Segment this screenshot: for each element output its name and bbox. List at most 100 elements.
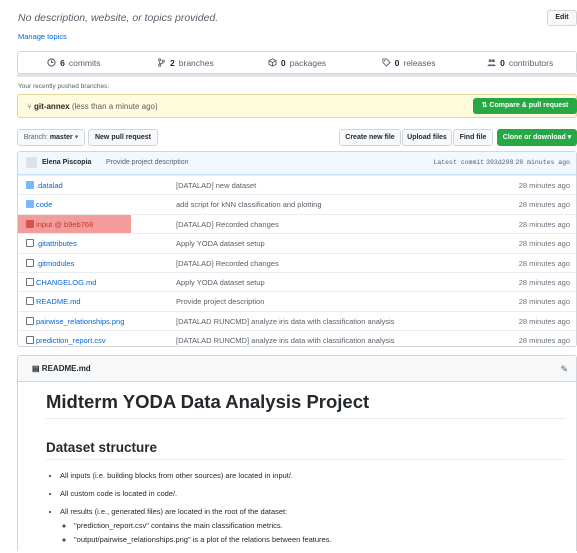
packages-label: packages <box>289 57 327 68</box>
file-row: .datalad [DATALAD] new dataset 28 minute… <box>18 175 576 194</box>
commits-count: 6 <box>60 57 65 68</box>
avatar[interactable] <box>26 157 37 168</box>
commit-time: 28 minutes ago <box>515 159 570 166</box>
book-icon: ▤ <box>32 364 40 373</box>
list-item: "output/pairwise_relationships.png" is a… <box>74 535 332 544</box>
latest-commit-bar: Elena Piscopia Provide project descripti… <box>18 152 576 175</box>
compare-pull-request-button[interactable]: ⇅ Compare & pull request <box>473 98 577 114</box>
pencil-icon[interactable]: ✎ <box>560 364 568 375</box>
file-age: 28 minutes ago <box>518 316 570 326</box>
commit-sha[interactable]: 393d298 <box>486 159 513 166</box>
readme-subheading: Dataset structure <box>46 440 158 455</box>
folder-icon <box>26 181 34 189</box>
branches-stat[interactable]: 2 branches <box>130 52 242 73</box>
recently-pushed-banner: ⑂ git-annex (less than a minute ago) ⇅ C… <box>17 94 577 118</box>
list-item: All inputs (i.e. building blocks from ot… <box>60 471 332 480</box>
file-commit-message[interactable]: Provide project description <box>176 297 264 306</box>
branches-label: branches <box>178 57 214 68</box>
commits-label: commits <box>68 57 101 68</box>
contributors-count: 0 <box>500 57 505 68</box>
releases-count: 0 <box>394 57 400 68</box>
branch-select-prefix: Branch: <box>23 134 48 141</box>
file-commit-message[interactable]: [DATALAD] Recorded changes <box>176 220 279 229</box>
find-file-button[interactable]: Find file <box>453 129 493 146</box>
file-icon <box>26 239 34 248</box>
contributors-stat[interactable]: 0 contributors <box>464 52 576 73</box>
branches-count: 2 <box>170 57 175 68</box>
file-name[interactable]: README.md <box>36 297 81 306</box>
list-item: All results (i.e., generated files) are … <box>60 507 332 544</box>
commit-message[interactable]: Provide project description <box>106 159 189 166</box>
list-item: All custom code is located in code/. <box>60 489 332 498</box>
pushed-time: (less than a minute ago) <box>71 102 158 111</box>
branch-select-value: master <box>49 134 73 141</box>
file-name[interactable]: .datalad <box>36 181 63 190</box>
file-row: .gitmodules [DATALAD] Recorded changes 2… <box>18 252 576 272</box>
manage-topics-link[interactable]: Manage topics <box>18 32 67 41</box>
heading-divider <box>46 418 566 419</box>
commit-author[interactable]: Elena Piscopia <box>42 159 91 166</box>
file-commit-message[interactable]: add script for kNN classification and pl… <box>176 200 322 209</box>
file-row: prediction_report.csv [DATALAD RUNCMD] a… <box>18 330 576 349</box>
file-age: 28 minutes ago <box>518 297 570 307</box>
file-commit-message[interactable]: Apply YODA dataset setup <box>176 278 265 287</box>
file-list: Elena Piscopia Provide project descripti… <box>17 151 577 347</box>
file-name[interactable]: input @ b9eb768 <box>36 220 93 229</box>
caret-down-icon: ▾ <box>74 134 79 141</box>
file-icon <box>26 316 34 325</box>
repo-header: No description, website, or topics provi… <box>0 0 577 48</box>
file-commit-message[interactable]: [DATALAD] Recorded changes <box>176 259 279 268</box>
readme-heading: Midterm YODA Data Analysis Project <box>46 391 370 412</box>
repo-description: No description, website, or topics provi… <box>18 12 219 24</box>
file-name[interactable]: code <box>36 200 52 209</box>
file-age: 28 minutes ago <box>518 219 570 229</box>
pushed-branch: ⑂ git-annex (less than a minute ago) <box>27 102 158 111</box>
commits-stat[interactable]: 6 commits <box>18 52 130 73</box>
readme-panel: ▤ README.md ✎ Midterm YODA Data Analysis… <box>17 355 577 551</box>
file-commit-message[interactable]: [DATALAD RUNCMD] analyze iris data with … <box>176 336 395 345</box>
readme-header: ▤ README.md ✎ <box>18 356 576 382</box>
compare-button-label: Compare & pull request <box>489 102 569 109</box>
file-commit-message[interactable]: Apply YODA dataset setup <box>176 239 265 248</box>
clone-button-label: Clone or download <box>502 134 566 141</box>
latest-commit-info: Latest commit 393d298 28 minutes ago <box>433 159 570 166</box>
file-commit-message[interactable]: [DATALAD RUNCMD] analyze iris data with … <box>176 317 395 326</box>
file-age: 28 minutes ago <box>518 181 570 190</box>
file-name[interactable]: CHANGELOG.md <box>36 278 96 287</box>
pushed-branch-name[interactable]: git-annex <box>34 102 70 111</box>
create-new-file-button[interactable]: Create new file <box>339 129 401 146</box>
readme-list: All inputs (i.e. building blocks from ot… <box>46 471 332 553</box>
file-row: input @ b9eb768 [DATALAD] Recorded chang… <box>18 213 576 233</box>
submodule-icon <box>26 219 34 228</box>
file-name[interactable]: .gitattributes <box>36 239 77 248</box>
file-row: pairwise_relationships.png [DATALAD RUNC… <box>18 310 576 330</box>
latest-commit-prefix: Latest commit <box>433 159 485 166</box>
people-icon <box>487 59 496 67</box>
file-row: CHANGELOG.md Apply YODA dataset setup 28… <box>18 271 576 291</box>
repo-stats-bar: 6 commits 2 branches 0 packages 0 releas… <box>17 51 577 74</box>
file-age: 28 minutes ago <box>518 239 570 249</box>
releases-stat[interactable]: 0 releases <box>353 52 465 73</box>
file-name[interactable]: prediction_report.csv <box>36 336 106 345</box>
history-icon <box>47 58 56 67</box>
list-item: "prediction_report.csv" contains the mai… <box>74 521 332 530</box>
file-name[interactable]: .gitmodules <box>36 259 74 268</box>
file-age: 28 minutes ago <box>518 277 570 287</box>
file-name[interactable]: pairwise_relationships.png <box>36 317 124 326</box>
new-pull-request-button[interactable]: New pull request <box>88 129 158 146</box>
contributors-label: contributors <box>508 57 554 68</box>
packages-stat[interactable]: 0 packages <box>241 52 353 73</box>
file-commit-message[interactable]: [DATALAD] new dataset <box>176 181 256 190</box>
file-icon <box>26 277 34 286</box>
file-row: code add script for kNN classification a… <box>18 194 576 213</box>
file-row: README.md Provide project description 28… <box>18 291 576 310</box>
branch-icon <box>158 58 165 67</box>
branch-select-button[interactable]: Branch: master ▾ <box>17 129 85 146</box>
clone-download-button[interactable]: Clone or download ▾ <box>497 129 577 146</box>
edit-button[interactable]: Edit <box>547 10 577 26</box>
readme-filename: README.md <box>41 364 91 373</box>
file-icon <box>26 258 34 267</box>
subheading-divider <box>46 459 566 460</box>
folder-icon <box>26 200 34 209</box>
upload-files-button[interactable]: Upload files <box>402 129 452 146</box>
